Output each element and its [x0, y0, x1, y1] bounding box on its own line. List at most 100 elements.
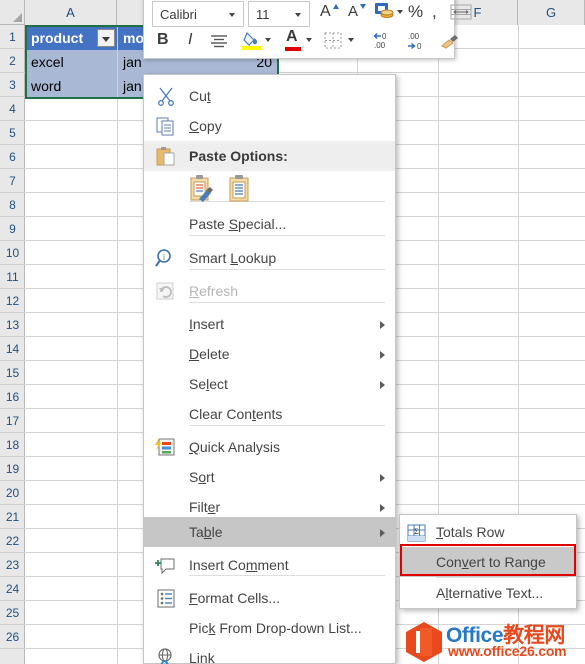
menu-item-label: Clear Contents	[189, 406, 283, 422]
row-header-13[interactable]: 13	[0, 313, 25, 337]
font-name-value: Calibri	[160, 7, 197, 22]
menu-item-quick-analysis[interactable]: Quick Analysis	[144, 432, 395, 462]
row-header-12[interactable]: 12	[0, 289, 25, 313]
row-header-4[interactable]: 4	[0, 97, 25, 121]
mini-toolbar[interactable]: Calibri 11 A A % , B I A 0 .00 .00 0	[143, 0, 472, 59]
menu-item-clear-contents[interactable]: Clear Contents	[144, 399, 395, 429]
menu-item-cut[interactable]: Cut	[144, 81, 395, 111]
wrap-icon	[450, 4, 472, 20]
chevron-right-icon	[380, 351, 385, 359]
paste-options-row[interactable]	[144, 171, 395, 209]
scissors-icon	[158, 87, 174, 106]
select-all-corner[interactable]	[0, 0, 25, 25]
row-header-14[interactable]: 14	[0, 337, 25, 361]
chevron-down-icon[interactable]	[265, 38, 271, 42]
quick-analysis-icon	[155, 438, 175, 456]
chevron-down-icon[interactable]	[229, 13, 235, 17]
menu-item-label: Format Cells...	[189, 590, 281, 606]
menu-item-table[interactable]: Table	[144, 517, 395, 547]
submenu-item-convert-to-range[interactable]: Convert to Range	[400, 547, 576, 577]
font-name-box[interactable]: Calibri	[152, 1, 244, 27]
row-header-10[interactable]: 10	[0, 241, 25, 265]
menu-item-paste-options[interactable]: Paste Options:	[144, 141, 395, 171]
menu-item-select[interactable]: Select	[144, 369, 395, 399]
italic-button[interactable]: I	[188, 31, 192, 49]
chevron-right-icon	[380, 381, 385, 389]
row-header-22[interactable]: 22	[0, 529, 25, 553]
format-cells-icon	[155, 588, 177, 608]
menu-item-label: Pick From Drop-down List...	[189, 620, 362, 636]
row-header-25[interactable]: 25	[0, 601, 25, 625]
chevron-down-icon[interactable]	[348, 38, 354, 42]
decrease-decimal-button[interactable]: .00 0	[406, 31, 432, 56]
comma-style-button[interactable]: ,	[432, 2, 437, 22]
menu-item-sort[interactable]: Sort	[144, 462, 395, 492]
row-header-1[interactable]: 1	[0, 25, 25, 49]
paste-icon	[155, 146, 177, 166]
menu-item-format-cells[interactable]: Format Cells...	[144, 583, 395, 613]
menu-item-copy[interactable]: Copy	[144, 111, 395, 141]
row-header-9[interactable]: 9	[0, 217, 25, 241]
column-header-G[interactable]: G	[518, 0, 585, 25]
column-header-A[interactable]: A	[25, 0, 117, 25]
row-header-18[interactable]: 18	[0, 433, 25, 457]
fill-color-button[interactable]	[242, 29, 271, 56]
paste-option-paste-formatting[interactable]	[188, 175, 214, 208]
menu-item-label: Insert Comment	[189, 557, 289, 573]
chevron-down-icon[interactable]	[397, 10, 403, 14]
table-submenu[interactable]: Σ Totals Row Convert to Range Alternative T…	[399, 514, 577, 609]
row-header-3[interactable]: 3	[0, 73, 25, 97]
svg-text:0: 0	[417, 42, 422, 51]
context-menu[interactable]: Cut Copy Paste Options: Paste Special... i Sm…	[143, 74, 396, 664]
quick-analysis-icon	[155, 437, 177, 457]
smart-lookup-icon: i	[155, 248, 177, 268]
copy-icon	[156, 117, 174, 136]
borders-button[interactable]	[324, 32, 354, 54]
menu-item-delete[interactable]: Delete	[144, 339, 395, 369]
menu-item-smart-lookup[interactable]: i Smart Lookup	[144, 243, 395, 273]
table-data-cell[interactable]: excel	[26, 50, 117, 74]
row-header-19[interactable]: 19	[0, 457, 25, 481]
totals-row-icon: Σ	[407, 524, 426, 542]
row-header-7[interactable]: 7	[0, 169, 25, 193]
row-header-17[interactable]: 17	[0, 409, 25, 433]
center-align-button[interactable]	[210, 34, 228, 53]
menu-item-insert[interactable]: Insert	[144, 309, 395, 339]
row-header-5[interactable]: 5	[0, 121, 25, 145]
comment-icon	[155, 558, 175, 575]
wrap-text-button[interactable]	[450, 4, 472, 25]
row-header-6[interactable]: 6	[0, 145, 25, 169]
row-header-16[interactable]: 16	[0, 385, 25, 409]
percent-style-button[interactable]: %	[408, 2, 423, 22]
submenu-item-alternative-text[interactable]: Alternative Text...	[400, 578, 576, 608]
row-header-11[interactable]: 11	[0, 265, 25, 289]
row-header-24[interactable]: 24	[0, 577, 25, 601]
chevron-down-icon[interactable]	[295, 13, 301, 17]
row-header-23[interactable]: 23	[0, 553, 25, 577]
font-size-box[interactable]: 11	[248, 1, 310, 27]
row-header-20[interactable]: 20	[0, 481, 25, 505]
menu-item-paste-special[interactable]: Paste Special...	[144, 209, 395, 239]
row-header-8[interactable]: 8	[0, 193, 25, 217]
submenu-item-totals-row[interactable]: Σ Totals Row	[400, 517, 576, 547]
bold-button[interactable]: B	[157, 31, 169, 49]
filter-dropdown-button[interactable]	[97, 29, 115, 47]
menu-item-insert-comment[interactable]: Insert Comment	[144, 550, 395, 580]
menu-item-link[interactable]: Link	[144, 643, 395, 664]
svg-text:Σ: Σ	[414, 527, 419, 536]
accounting-format-button[interactable]	[375, 3, 403, 25]
row-header-2[interactable]: 2	[0, 49, 25, 73]
menu-item-pick-dropdown[interactable]: Pick From Drop-down List...	[144, 613, 395, 643]
increase-decimal-button[interactable]: 0 .00	[372, 31, 398, 56]
copy-icon	[155, 116, 177, 136]
row-header-15[interactable]: 15	[0, 361, 25, 385]
paste-option-paste-values[interactable]	[226, 175, 252, 208]
row-header-26[interactable]: 26	[0, 625, 25, 649]
row-header-21[interactable]: 21	[0, 505, 25, 529]
format-painter-button[interactable]	[440, 33, 460, 54]
table-data-cell[interactable]: word	[26, 74, 117, 98]
paste-values-icon	[229, 175, 249, 202]
menu-item-label: Paste Options:	[189, 148, 288, 164]
format-painter-icon	[441, 35, 458, 49]
chevron-down-icon[interactable]	[306, 38, 312, 42]
